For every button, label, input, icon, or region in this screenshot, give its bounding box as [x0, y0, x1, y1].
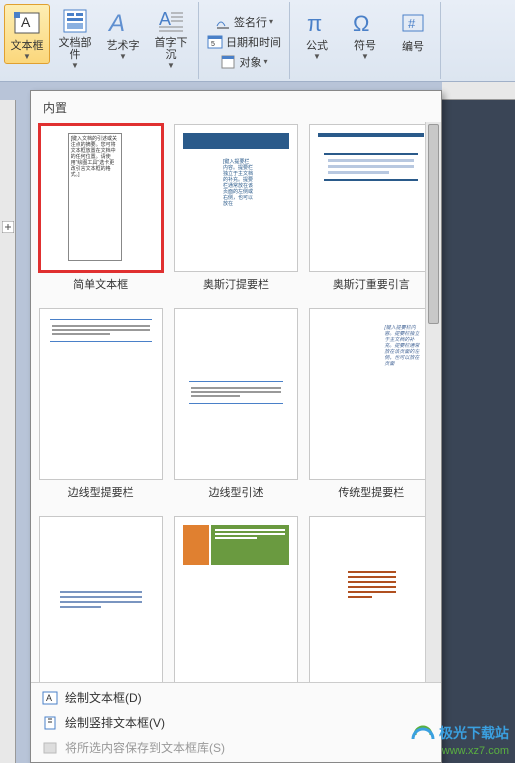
textbox-vertical-icon	[41, 715, 59, 731]
datetime-label: 日期和时间	[226, 34, 281, 50]
dropcap-button[interactable]: A 首字下沉 ▼	[148, 4, 194, 64]
gallery-item-traditional-sidebar[interactable]: [键入提要栏内容。提要栏独立于主文档的补充。提要栏通常放在该页面的左侧，也可以放…	[306, 306, 437, 510]
draw-textbox-menuitem[interactable]: A 绘制文本框(D)	[31, 685, 441, 710]
equation-icon: π	[301, 7, 333, 38]
chevron-down-icon: ▼	[23, 52, 31, 61]
gallery-item-label: 边线型提要栏	[68, 484, 134, 500]
ruler-vertical	[0, 100, 16, 763]
document-background	[442, 100, 515, 763]
textbox-horizontal-icon: A	[41, 690, 59, 706]
chevron-down-icon: ▼	[167, 61, 175, 70]
svg-text:A: A	[107, 10, 125, 37]
symbol-icon: Ω	[349, 7, 381, 38]
chevron-down-icon: ▼	[119, 52, 127, 61]
dropdown-footer: A 绘制文本框(D) 绘制竖排文本框(V) 将所选内容保存到文本框库(S)	[31, 682, 441, 762]
gallery-item-label: 传统型提要栏	[338, 484, 404, 500]
gallery-item-austin-sidebar[interactable]: [键入提要栏内容。提要栏独立于主文档的补充。提要栏通常放在该页面的左侧或右侧，也…	[170, 122, 301, 302]
svg-text:π: π	[307, 11, 322, 36]
gallery-item-label: 奥斯汀重要引言	[333, 276, 410, 292]
signature-label: 签名行	[234, 14, 267, 30]
thumb-preview-text: [键入提要栏内容。提要栏独立于主文档的补充。提要栏通常放在该页面的左侧或右侧，也…	[223, 159, 253, 207]
gallery-item-border-quote[interactable]: 边线型引述	[170, 306, 301, 510]
signature-button[interactable]: 签名行 ▾	[211, 12, 277, 32]
svg-text:5: 5	[211, 41, 215, 48]
number-label: 编号	[402, 41, 424, 53]
svg-text:A: A	[46, 693, 52, 703]
watermark: 极光下载站 www.xz7.com	[411, 721, 509, 757]
watermark-logo-icon	[411, 721, 435, 745]
thumb-preview-text: [键入提要栏内容。提要栏独立于主文档的补充。提要栏通常放在该页面的左侧，也可以放…	[384, 325, 420, 367]
docparts-label: 文档部件	[55, 37, 95, 61]
docparts-button[interactable]: 文档部件 ▼	[52, 4, 98, 64]
dropcap-icon: A	[155, 7, 187, 35]
wordart-button[interactable]: A 艺术字 ▼	[100, 4, 146, 64]
chevron-down-icon: ▾	[263, 57, 267, 66]
chevron-down-icon: ▼	[71, 61, 79, 70]
watermark-name: 极光下载站	[439, 723, 509, 743]
wordart-icon: A	[107, 7, 139, 38]
svg-text:A: A	[21, 14, 31, 30]
thumb-preview-text: [键入文档的引述或关注点的摘要。您可将文本框放置在文档中的任何位置。请使用"绘图…	[71, 136, 119, 178]
gallery-item-label: 奥斯汀提要栏	[203, 276, 269, 292]
symbol-button[interactable]: Ω 符号 ▼	[342, 4, 388, 64]
number-icon: #	[397, 7, 429, 39]
wordart-label: 艺术字	[107, 40, 140, 52]
symbol-label: 符号	[354, 40, 376, 52]
chevron-down-icon: ▼	[313, 52, 321, 61]
object-label: 对象	[239, 54, 261, 70]
gallery-item-traditional-quote[interactable]: 传统型引述	[35, 514, 166, 682]
gallery-grid: [键入文档的引述或关注点的摘要。您可将文本框放置在文档中的任何位置。请使用"绘图…	[31, 122, 441, 682]
datetime-icon: 5	[207, 34, 223, 50]
gallery-item-label: 边线型引述	[208, 484, 263, 500]
textbox-button[interactable]: A 文本框 ▼	[4, 4, 50, 64]
svg-text:A: A	[159, 9, 171, 29]
docparts-icon	[59, 7, 91, 35]
textbox-icon: A	[11, 7, 43, 38]
menuitem-label: 将所选内容保存到文本框库(S)	[65, 739, 225, 756]
text-group: A 文本框 ▼ 文档部件 ▼ A 艺术字 ▼ A	[0, 2, 199, 79]
dropcap-label: 首字下沉	[151, 37, 191, 61]
menuitem-label: 绘制文本框(D)	[65, 689, 142, 706]
number-button[interactable]: # 编号	[390, 4, 436, 64]
ribbon-toolbar: A 文本框 ▼ 文档部件 ▼ A 艺术字 ▼ A	[0, 0, 515, 82]
equation-label: 公式	[306, 40, 328, 52]
textbox-gallery-dropdown: 内置 [键入文档的引述或关注点的摘要。您可将文本框放置在文档中的任何位置。请使用…	[30, 90, 442, 763]
gallery-item-tile-sidebar[interactable]: 瓷砖型提要栏	[170, 514, 301, 682]
gallery-item-tile-quote[interactable]: 瓷砖型引述	[306, 514, 437, 682]
symbols-group: π 公式 ▼ Ω 符号 ▼ # 编号	[290, 2, 441, 79]
insert-small-group: 签名行 ▾ 5 日期和时间 对象 ▾	[199, 2, 290, 79]
watermark-url: www.xz7.com	[411, 745, 509, 757]
gallery-item-simple-textbox[interactable]: [键入文档的引述或关注点的摘要。您可将文本框放置在文档中的任何位置。请使用"绘图…	[35, 122, 166, 302]
object-button[interactable]: 对象 ▾	[216, 52, 271, 72]
chevron-down-icon: ▼	[361, 52, 369, 61]
datetime-button[interactable]: 5 日期和时间	[203, 32, 285, 52]
gallery-item-border-sidebar[interactable]: 边线型提要栏	[35, 306, 166, 510]
menuitem-label: 绘制竖排文本框(V)	[65, 714, 165, 731]
anchor-icon	[2, 220, 14, 232]
gallery-item-label: 简单文本框	[73, 276, 128, 292]
svg-text:#: #	[408, 16, 416, 31]
object-icon	[220, 54, 236, 70]
signature-icon	[215, 14, 231, 30]
equation-button[interactable]: π 公式 ▼	[294, 4, 340, 64]
textbox-label: 文本框	[11, 40, 44, 52]
save-to-gallery-menuitem: 将所选内容保存到文本框库(S)	[31, 735, 441, 760]
draw-vertical-textbox-menuitem[interactable]: 绘制竖排文本框(V)	[31, 710, 441, 735]
ruler-horizontal	[442, 82, 515, 100]
chevron-down-icon: ▾	[269, 17, 273, 26]
save-icon	[41, 740, 59, 756]
gallery-section-header: 内置	[31, 91, 441, 122]
svg-text:Ω: Ω	[353, 11, 369, 36]
gallery-item-austin-quote[interactable]: 奥斯汀重要引言	[306, 122, 437, 302]
gallery-scrollbar[interactable]	[425, 122, 441, 682]
